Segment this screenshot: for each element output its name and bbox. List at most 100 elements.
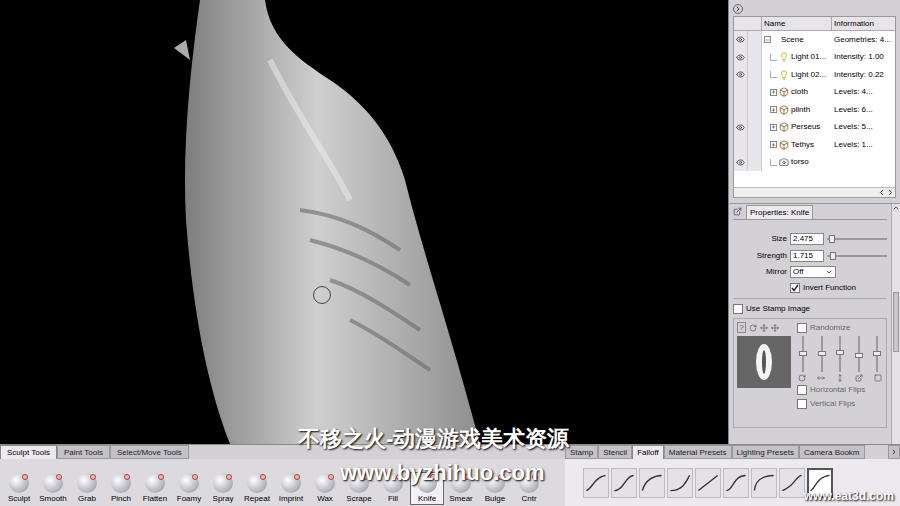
- scroll-right-icon[interactable]: [886, 188, 895, 197]
- vertical-slider[interactable]: [873, 336, 881, 372]
- falloff-preset[interactable]: [779, 468, 805, 498]
- falloff-preset[interactable]: [583, 468, 609, 498]
- falloff-preset[interactable]: [667, 468, 693, 498]
- rotate-icon[interactable]: [749, 324, 757, 332]
- vertical-slider[interactable]: [836, 336, 844, 372]
- tray-tab[interactable]: Stencil: [598, 445, 632, 459]
- tool-button[interactable]: Wax: [308, 472, 342, 505]
- property-field[interactable]: 1.715: [790, 250, 824, 262]
- randomize-checkbox[interactable]: [797, 323, 807, 333]
- lock-toggle[interactable]: [748, 119, 762, 137]
- tool-button[interactable]: Repeat: [240, 472, 274, 505]
- slider-knob[interactable]: [799, 351, 807, 356]
- slider-knob[interactable]: [829, 235, 835, 243]
- visibility-toggle[interactable]: [734, 84, 748, 102]
- properties-scrollbar[interactable]: [891, 204, 900, 444]
- tool-button[interactable]: Smooth: [36, 472, 70, 505]
- tray-scroll[interactable]: [888, 445, 900, 459]
- outliner-row[interactable]: TethysLevels: 1...: [734, 136, 895, 154]
- outliner-row[interactable]: SceneGeometries: 4...: [734, 31, 895, 49]
- visibility-toggle[interactable]: [734, 154, 748, 172]
- tool-sphere-icon: [111, 473, 131, 493]
- move-icon[interactable]: [760, 324, 768, 332]
- expander[interactable]: [770, 141, 777, 148]
- visibility-toggle[interactable]: [734, 136, 748, 154]
- lock-toggle[interactable]: [748, 154, 762, 172]
- falloff-preset[interactable]: [695, 468, 721, 498]
- tool-button[interactable]: Spray: [206, 472, 240, 505]
- outliner-row[interactable]: PerseusLevels: 5...: [734, 119, 895, 137]
- tool-button[interactable]: Imprint: [274, 472, 308, 505]
- tool-tab[interactable]: Select/Move Tools: [110, 445, 189, 459]
- lock-toggle[interactable]: [748, 101, 762, 119]
- falloff-preset[interactable]: [611, 468, 637, 498]
- tray-tab[interactable]: Falloff: [632, 445, 664, 459]
- expander[interactable]: [770, 106, 777, 113]
- property-slider[interactable]: [827, 234, 887, 244]
- properties-icon: [733, 207, 742, 216]
- tool-button[interactable]: Flatten: [138, 472, 172, 505]
- slider-knob[interactable]: [873, 351, 881, 356]
- scroll-thumb[interactable]: [893, 292, 899, 352]
- lock-toggle[interactable]: [748, 84, 762, 102]
- property-field[interactable]: 2.475: [790, 233, 824, 245]
- vertical-flips-checkbox[interactable]: [797, 399, 807, 409]
- visibility-toggle[interactable]: [734, 66, 748, 84]
- visibility-toggle[interactable]: [734, 101, 748, 119]
- tool-button[interactable]: Foamy: [172, 472, 206, 505]
- column-header[interactable]: Name: [762, 17, 832, 30]
- falloff-preset[interactable]: [751, 468, 777, 498]
- stamp-image[interactable]: [737, 336, 791, 388]
- property-slider[interactable]: [827, 251, 887, 261]
- scroll-up-icon[interactable]: [892, 204, 900, 212]
- expander[interactable]: [770, 124, 777, 131]
- falloff-preset[interactable]: [639, 468, 665, 498]
- lock-toggle[interactable]: [748, 66, 762, 84]
- help-button[interactable]: ?: [737, 322, 746, 333]
- vertical-slider[interactable]: [799, 336, 807, 372]
- falloff-preset[interactable]: [723, 468, 749, 498]
- slider-knob[interactable]: [818, 351, 826, 356]
- visibility-toggle[interactable]: [734, 31, 748, 49]
- outliner-scrollbar[interactable]: [734, 187, 895, 197]
- tool-button[interactable]: Grab: [70, 472, 104, 505]
- tool-label: Grab: [78, 494, 96, 504]
- falloff-curve-icon: [725, 470, 747, 496]
- lock-toggle[interactable]: [748, 31, 762, 49]
- lock-toggle[interactable]: [748, 136, 762, 154]
- lock-toggle[interactable]: [748, 49, 762, 67]
- visibility-toggle[interactable]: [734, 119, 748, 137]
- scroll-left-icon[interactable]: [877, 188, 886, 197]
- expander[interactable]: [764, 36, 771, 43]
- tray-tab[interactable]: Lighting Presets: [732, 445, 799, 459]
- use-stamp-checkbox[interactable]: [733, 304, 743, 314]
- watermark-source: www.eat3d.com: [804, 489, 894, 503]
- expander[interactable]: [770, 89, 777, 96]
- scale-icon[interactable]: [771, 324, 779, 332]
- properties-tab[interactable]: Properties: Knife: [746, 205, 813, 219]
- tray-tab[interactable]: Material Presets: [664, 445, 732, 459]
- slider-knob[interactable]: [830, 252, 836, 260]
- invert-checkbox[interactable]: [790, 283, 800, 293]
- outliner-row[interactable]: torso: [734, 154, 895, 172]
- horizontal-flips-checkbox[interactable]: [797, 385, 807, 395]
- outliner-row[interactable]: plinthLevels: 6...: [734, 101, 895, 119]
- collapse-button[interactable]: [733, 4, 743, 14]
- vertical-slider[interactable]: [818, 336, 826, 372]
- visibility-toggle[interactable]: [734, 49, 748, 67]
- column-header[interactable]: Information: [832, 17, 895, 30]
- viewport[interactable]: [0, 0, 728, 444]
- tool-tab[interactable]: Paint Tools: [57, 445, 110, 459]
- tray-tab[interactable]: Camera Bookm: [799, 445, 865, 459]
- slider-knob[interactable]: [836, 350, 844, 355]
- tool-tab[interactable]: Sculpt Tools: [0, 445, 57, 459]
- outliner-row[interactable]: Light 02...Intensity: 0.22: [734, 66, 895, 84]
- tool-button[interactable]: Sculpt: [2, 472, 36, 505]
- slider-knob[interactable]: [855, 353, 863, 358]
- outliner-row[interactable]: clothLevels: 4...: [734, 84, 895, 102]
- mirror-dropdown[interactable]: Off: [790, 266, 836, 278]
- tool-button[interactable]: Pinch: [104, 472, 138, 505]
- outliner-row[interactable]: Light 01...Intensity: 1.00: [734, 49, 895, 67]
- tray-tab[interactable]: Stamp: [565, 445, 598, 459]
- vertical-slider[interactable]: [855, 336, 863, 372]
